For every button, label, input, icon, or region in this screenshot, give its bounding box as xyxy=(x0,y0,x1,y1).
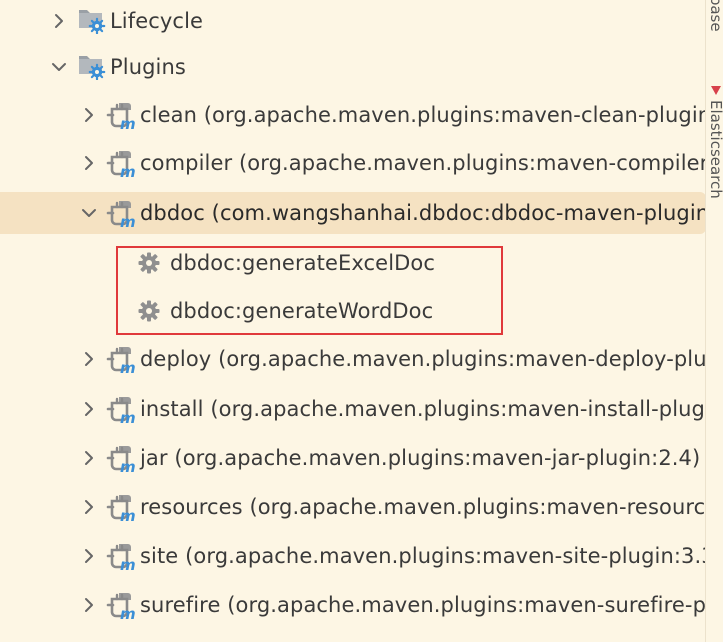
tree-node-plugin-resources[interactable]: resources (org.apache.maven.plugins:mave… xyxy=(0,486,706,528)
maven-plugin-icon xyxy=(106,148,136,178)
gear-icon xyxy=(137,251,161,275)
chevron-right-icon[interactable] xyxy=(80,596,98,614)
tree-node-label: install (org.apache.maven.plugins:maven-… xyxy=(140,397,706,421)
right-tool-window-strip: Database Elasticsearch xyxy=(705,0,723,642)
chevron-right-icon[interactable] xyxy=(80,350,98,368)
tree-node-plugin-dbdoc[interactable]: dbdoc (com.wangshanhai.dbdoc:dbdoc-maven… xyxy=(0,192,706,234)
tree-node-plugins[interactable]: Plugins xyxy=(0,46,706,88)
tree-node-plugin-surefire[interactable]: surefire (org.apache.maven.plugins:maven… xyxy=(0,584,706,626)
maven-plugin-icon xyxy=(106,443,136,473)
tree-node-plugin-jar[interactable]: jar (org.apache.maven.plugins:maven-jar-… xyxy=(0,437,706,479)
tree-node-goal-generate-excel-doc[interactable]: dbdoc:generateExcelDoc xyxy=(0,242,706,284)
maven-plugin-icon xyxy=(106,492,136,522)
folder-gear-icon xyxy=(76,50,106,80)
gear-icon xyxy=(137,299,161,323)
tree-node-lifecycle[interactable]: Lifecycle xyxy=(0,0,706,42)
maven-plugin-icon xyxy=(106,590,136,620)
tree-node-label: site (org.apache.maven.plugins:maven-sit… xyxy=(140,544,706,568)
elasticsearch-icon xyxy=(711,86,721,95)
maven-plugin-icon xyxy=(106,100,136,130)
chevron-down-icon[interactable] xyxy=(50,58,68,76)
maven-plugin-icon xyxy=(106,541,136,571)
tree-node-label: compiler (org.apache.maven.plugins:maven… xyxy=(140,151,706,175)
tree-node-plugin-compiler[interactable]: compiler (org.apache.maven.plugins:maven… xyxy=(0,142,706,184)
chevron-right-icon[interactable] xyxy=(80,498,98,516)
chevron-right-icon[interactable] xyxy=(80,547,98,565)
maven-plugins-tree: Lifecycle Plugins clean (org.apache.mave… xyxy=(0,0,706,642)
side-tab-elasticsearch[interactable]: Elasticsearch xyxy=(707,100,723,199)
tree-node-label: dbdoc (com.wangshanhai.dbdoc:dbdoc-maven… xyxy=(140,201,706,225)
tree-node-label: dbdoc:generateWordDoc xyxy=(170,299,434,323)
tree-node-goal-generate-word-doc[interactable]: dbdoc:generateWordDoc xyxy=(0,290,706,332)
folder-gear-icon xyxy=(76,4,106,34)
maven-plugin-icon xyxy=(106,394,136,424)
chevron-right-icon[interactable] xyxy=(80,449,98,467)
chevron-down-icon[interactable] xyxy=(80,204,98,222)
maven-plugin-icon xyxy=(106,344,136,374)
tree-node-label: resources (org.apache.maven.plugins:mave… xyxy=(140,495,706,519)
tree-node-label: surefire (org.apache.maven.plugins:maven… xyxy=(140,593,706,617)
chevron-right-icon[interactable] xyxy=(80,400,98,418)
tree-node-plugin-clean[interactable]: clean (org.apache.maven.plugins:maven-cl… xyxy=(0,94,706,136)
tree-node-label: deploy (org.apache.maven.plugins:maven-d… xyxy=(140,347,706,371)
tree-node-label: clean (org.apache.maven.plugins:maven-cl… xyxy=(140,103,706,127)
tree-node-label: Plugins xyxy=(110,55,186,79)
chevron-right-icon[interactable] xyxy=(80,106,98,124)
tree-node-plugin-site[interactable]: site (org.apache.maven.plugins:maven-sit… xyxy=(0,535,706,577)
tree-node-label: Lifecycle xyxy=(110,9,204,33)
tree-node-plugin-install[interactable]: install (org.apache.maven.plugins:maven-… xyxy=(0,388,706,430)
chevron-right-icon[interactable] xyxy=(50,12,68,30)
chevron-right-icon[interactable] xyxy=(80,154,98,172)
tree-node-plugin-deploy[interactable]: deploy (org.apache.maven.plugins:maven-d… xyxy=(0,338,706,380)
maven-plugin-icon xyxy=(106,198,136,228)
side-tab-database[interactable]: Database xyxy=(707,0,723,32)
tree-node-label: jar (org.apache.maven.plugins:maven-jar-… xyxy=(140,446,701,470)
tree-node-label: dbdoc:generateExcelDoc xyxy=(170,251,435,275)
